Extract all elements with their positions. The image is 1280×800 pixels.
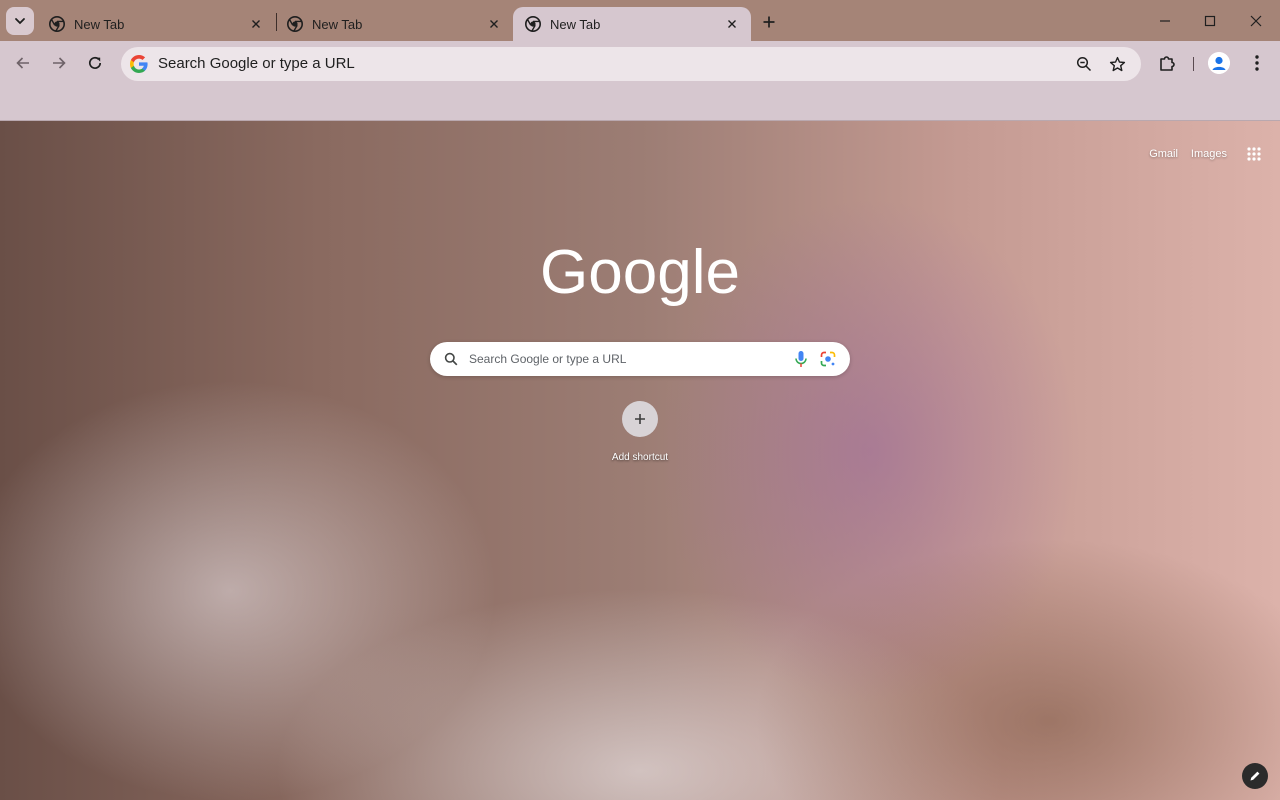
bookmark-star-button[interactable]: [1105, 52, 1129, 76]
kebab-menu-icon: [1255, 55, 1259, 71]
gmail-link[interactable]: Gmail: [1149, 148, 1178, 160]
ntp-header-links: Gmail Images: [1149, 140, 1280, 168]
address-bar-placeholder: Search Google or type a URL: [158, 55, 355, 72]
puzzle-icon: [1160, 56, 1175, 71]
new-tab-button[interactable]: [756, 9, 782, 35]
chevron-down-icon: [15, 18, 25, 25]
images-link[interactable]: Images: [1191, 148, 1227, 160]
lens-icon[interactable]: [820, 351, 836, 367]
avatar-icon: [1208, 52, 1230, 74]
arrow-right-icon: [53, 57, 66, 69]
star-icon: [1109, 56, 1125, 71]
arrow-left-icon: [16, 57, 29, 69]
chrome-icon: [49, 16, 65, 32]
toolbar-divider: [1193, 57, 1194, 71]
customize-chrome-button[interactable]: [1242, 763, 1268, 789]
google-logo: Google: [540, 239, 740, 307]
maximize-button[interactable]: [1187, 0, 1233, 41]
extensions-button[interactable]: [1153, 49, 1181, 77]
chrome-menu-button[interactable]: [1243, 49, 1271, 77]
grid-icon: [1247, 147, 1261, 161]
google-logo-text: Google: [540, 239, 740, 307]
ntp-search-box[interactable]: Search Google or type a URL: [430, 342, 850, 376]
tab-3-active[interactable]: New Tab: [513, 7, 751, 41]
bookmarks-bar: [0, 86, 1280, 121]
mic-icon[interactable]: [793, 350, 809, 368]
minimize-button[interactable]: [1142, 0, 1188, 41]
tab-strip: New Tab New Tab New Tab: [0, 0, 1280, 41]
add-shortcut-label: Add shortcut: [611, 452, 669, 463]
reload-icon: [89, 56, 102, 69]
tab-close-button[interactable]: [247, 15, 265, 33]
address-bar[interactable]: Search Google or type a URL: [121, 47, 1141, 81]
new-tab-page: Gmail Images Google Search Google or typ…: [0, 121, 1280, 800]
forward-button[interactable]: [45, 49, 73, 77]
maximize-icon: [1204, 15, 1216, 26]
tab-search-button[interactable]: [6, 7, 34, 35]
plus-icon: [763, 16, 775, 28]
google-apps-button[interactable]: [1240, 140, 1268, 168]
ntp-search-placeholder: Search Google or type a URL: [469, 352, 627, 366]
close-icon: [728, 20, 736, 28]
minimize-icon: [1160, 19, 1170, 22]
tab-title: New Tab: [550, 16, 601, 32]
tab-close-button[interactable]: [485, 15, 503, 33]
plus-icon: [635, 414, 645, 424]
search-icon: [444, 352, 458, 366]
chrome-icon: [525, 16, 541, 32]
tab-title: New Tab: [312, 16, 363, 32]
google-g-icon: [130, 55, 148, 73]
add-shortcut-tile[interactable]: [622, 401, 658, 437]
tab-2[interactable]: New Tab: [275, 7, 513, 41]
close-icon: [490, 20, 498, 28]
reload-button[interactable]: [81, 49, 109, 77]
chrome-icon: [287, 16, 303, 32]
add-shortcut[interactable]: Add shortcut: [600, 401, 680, 465]
close-window-button[interactable]: [1233, 0, 1279, 41]
zoom-icon: [1076, 56, 1092, 72]
toolbar: Search Google or type a URL: [0, 41, 1280, 86]
zoom-button[interactable]: [1072, 52, 1096, 76]
pencil-icon: [1250, 771, 1260, 781]
back-button[interactable]: [9, 49, 37, 77]
tab-title: New Tab: [74, 16, 125, 32]
close-icon: [252, 20, 260, 28]
tab-close-button[interactable]: [723, 15, 741, 33]
close-icon: [1250, 15, 1262, 26]
profile-avatar[interactable]: [1208, 52, 1230, 74]
tab-1[interactable]: New Tab: [37, 7, 275, 41]
